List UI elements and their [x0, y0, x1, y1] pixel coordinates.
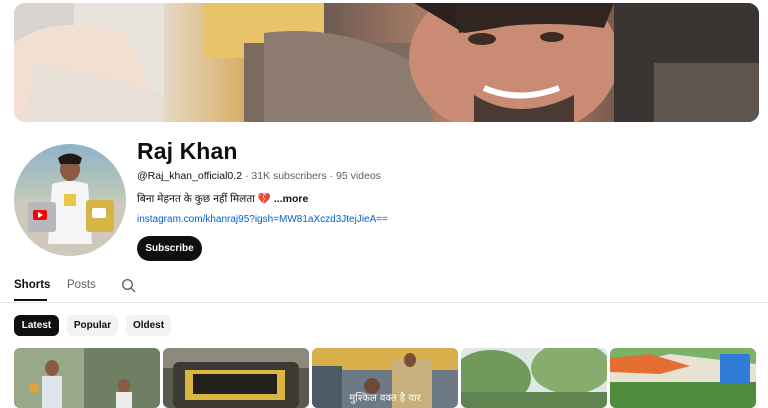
- channel-avatar[interactable]: [14, 144, 126, 256]
- search-icon[interactable]: [121, 278, 137, 294]
- thumbnail-caption: मुश्किल वक्त है यार: [349, 393, 421, 404]
- active-tab-indicator: [14, 299, 47, 301]
- short-thumbnail[interactable]: [461, 348, 607, 408]
- channel-name: Raj Khan: [137, 138, 238, 164]
- short-thumbnail[interactable]: [610, 348, 756, 408]
- chip-popular[interactable]: Popular: [67, 315, 118, 336]
- tabs-divider: [0, 302, 768, 303]
- channel-meta: @Raj_khan_official0.2 · 31K subscribers …: [137, 170, 381, 182]
- channel-description[interactable]: बिना मेहनत के कुछ नहीं मिलता 💔 ...more: [137, 192, 308, 206]
- tab-posts[interactable]: Posts: [67, 279, 96, 291]
- channel-external-link[interactable]: instagram.com/khanraj95?igsh=MW81aXczd3J…: [137, 214, 388, 225]
- channel-handle: @Raj_khan_official0.2: [137, 170, 243, 182]
- subscribe-button[interactable]: Subscribe: [137, 236, 202, 261]
- channel-stats: · 31K subscribers · 95 videos: [242, 170, 381, 182]
- broken-heart-icon: 💔: [257, 193, 271, 205]
- short-thumbnail[interactable]: [14, 348, 160, 408]
- channel-banner: [14, 3, 759, 122]
- short-thumbnail[interactable]: [163, 348, 309, 408]
- chip-latest[interactable]: Latest: [14, 315, 59, 336]
- more-link[interactable]: ...more: [274, 193, 308, 205]
- short-thumbnail[interactable]: मुश्किल वक्त है यार: [312, 348, 458, 408]
- chip-oldest[interactable]: Oldest: [126, 315, 171, 336]
- tab-shorts[interactable]: Shorts: [14, 279, 50, 291]
- bio-text: बिना मेहनत के कुछ नहीं मिलता: [137, 193, 255, 205]
